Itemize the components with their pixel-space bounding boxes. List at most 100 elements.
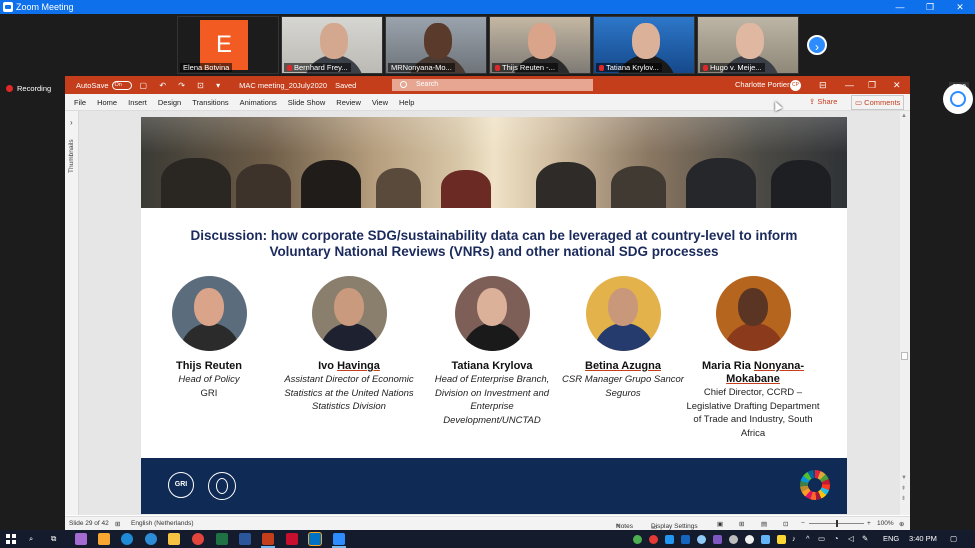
- document-name[interactable]: MAC meeting_20July2020: [239, 81, 327, 90]
- zoom-out-icon[interactable]: −: [801, 520, 805, 527]
- comments-button[interactable]: ▭ Comments: [851, 95, 905, 110]
- tab-design[interactable]: Design: [158, 98, 181, 107]
- fit-slide-icon[interactable]: ⊕: [899, 520, 904, 528]
- zoom-in-icon[interactable]: +: [867, 520, 871, 527]
- zoom-level[interactable]: 100%: [877, 520, 894, 527]
- tray-icon[interactable]: [649, 535, 658, 544]
- tray-icon[interactable]: [729, 535, 738, 544]
- show-hidden-icons[interactable]: ^: [806, 534, 810, 543]
- share-button[interactable]: ⇪ Share: [809, 97, 837, 106]
- tray-icon[interactable]: [665, 535, 674, 544]
- tab-home[interactable]: Home: [97, 98, 117, 107]
- file-explorer-icon[interactable]: [168, 533, 180, 545]
- tray-icon[interactable]: [761, 535, 770, 544]
- previous-slide-icon[interactable]: ⇞: [901, 485, 906, 492]
- clock[interactable]: 3:40 PM: [909, 534, 937, 543]
- participant-name: Thijs Reuten -...: [502, 63, 555, 72]
- minimize-button[interactable]: —: [885, 0, 915, 14]
- close-button[interactable]: ✕: [945, 0, 975, 14]
- scroll-up-icon[interactable]: ▲: [901, 113, 907, 119]
- expand-thumbnails-icon[interactable]: ›: [70, 118, 73, 127]
- notifications-icon[interactable]: ▢: [950, 534, 957, 543]
- battery-icon[interactable]: ▭: [818, 534, 825, 543]
- autosave-toggle[interactable]: On: [111, 80, 132, 90]
- annotation-control-button[interactable]: [943, 84, 973, 114]
- tray-icon[interactable]: [777, 535, 786, 544]
- speaker-org: GRI: [200, 387, 218, 399]
- windows-start-icon[interactable]: [6, 534, 16, 544]
- participant-tile[interactable]: MRNonyana-Mo...: [385, 16, 487, 74]
- tab-animations[interactable]: Animations: [240, 98, 277, 107]
- tray-icon[interactable]: [633, 535, 642, 544]
- tray-icon[interactable]: [681, 535, 690, 544]
- quick-access-toolbar[interactable]: ▢ ↶ ↷ ⊡ ▾: [140, 81, 226, 90]
- excel-icon[interactable]: [216, 533, 228, 545]
- participant-video: [528, 23, 556, 59]
- input-language[interactable]: ENG: [883, 534, 899, 543]
- scroll-thumb[interactable]: [901, 352, 908, 360]
- scroll-down-icon[interactable]: ▼: [901, 475, 907, 481]
- ppt-minimize-button[interactable]: —: [845, 76, 854, 94]
- participant-tile[interactable]: Thijs Reuten -...: [489, 16, 591, 74]
- participant-video: [632, 23, 660, 59]
- zoom-titlebar: Zoom Meeting — ❐ ✕: [0, 0, 975, 14]
- zoom-taskbar-icon[interactable]: [333, 533, 345, 545]
- user-name[interactable]: Charlotte Portier: [735, 76, 790, 94]
- tab-help[interactable]: Help: [399, 98, 414, 107]
- tab-view[interactable]: View: [372, 98, 388, 107]
- participant-tile[interactable]: Tatiana Krylov...: [593, 16, 695, 74]
- volume-icon[interactable]: ◁: [848, 534, 854, 543]
- search-box[interactable]: Search: [392, 79, 593, 91]
- ppt-restore-button[interactable]: ❐: [868, 76, 876, 94]
- thumbnails-pane[interactable]: › Thumbnails: [65, 111, 79, 515]
- acrobat-icon[interactable]: [286, 533, 298, 545]
- edge-icon[interactable]: [121, 533, 133, 545]
- tab-insert[interactable]: Insert: [128, 98, 147, 107]
- ppt-titlebar: AutoSave On ▢ ↶ ↷ ⊡ ▾ MAC meeting_20July…: [65, 76, 910, 94]
- ribbon-display-options-icon[interactable]: ⊟: [819, 76, 827, 94]
- powerpoint-icon[interactable]: [262, 533, 274, 545]
- next-page-button[interactable]: ›: [807, 35, 827, 55]
- slide-canvas[interactable]: Discussion: how corporate SDG/sustainabi…: [141, 117, 847, 514]
- tab-slide-show[interactable]: Slide Show: [288, 98, 326, 107]
- speaker-portrait: [715, 276, 791, 351]
- pen-icon[interactable]: ✎: [862, 534, 868, 543]
- restore-button[interactable]: ❐: [915, 0, 945, 14]
- app-icon-folder-app[interactable]: [98, 533, 110, 545]
- outlook-icon[interactable]: [308, 532, 322, 546]
- tray-icon[interactable]: [745, 535, 754, 544]
- reading-view-icon[interactable]: ▤: [761, 520, 767, 528]
- word-icon[interactable]: [239, 533, 251, 545]
- participant-tile[interactable]: Hugo v. Meije...: [697, 16, 799, 74]
- vertical-scrollbar[interactable]: ▲ ▼ ⇞ ⇟: [900, 111, 910, 515]
- chrome-icon[interactable]: [192, 533, 204, 545]
- tray-icon[interactable]: [713, 535, 722, 544]
- tab-review[interactable]: Review: [336, 98, 361, 107]
- participant-tile[interactable]: E Elena Botvina: [177, 16, 279, 74]
- participant-name: Hugo v. Meije...: [710, 63, 762, 72]
- language-indicator[interactable]: English (Netherlands): [131, 520, 194, 527]
- annotate-icon: [950, 91, 966, 107]
- ppt-close-button[interactable]: ✕: [893, 76, 901, 94]
- onedrive-icon[interactable]: [697, 535, 706, 544]
- saved-status[interactable]: Saved: [335, 81, 356, 90]
- edge-legacy-icon[interactable]: [145, 533, 157, 545]
- next-slide-icon[interactable]: ⇟: [901, 495, 906, 502]
- user-avatar[interactable]: CP: [790, 80, 801, 91]
- app-icon-paint[interactable]: [75, 533, 87, 545]
- participant-name: Elena Botvina: [180, 63, 233, 72]
- task-view-icon[interactable]: ⧉: [51, 534, 56, 544]
- microphone-icon[interactable]: ♪: [792, 534, 796, 543]
- zoom-slider[interactable]: [809, 520, 864, 527]
- search-icon[interactable]: ⌕: [29, 534, 33, 544]
- accessibility-icon[interactable]: ⊞: [115, 520, 120, 528]
- recording-indicator[interactable]: Recording: [6, 84, 51, 93]
- participant-tile[interactable]: Bernhard Frey...: [281, 16, 383, 74]
- tab-transitions[interactable]: Transitions: [192, 98, 228, 107]
- slideshow-icon[interactable]: ⊡: [783, 520, 788, 528]
- tab-file[interactable]: File: [74, 98, 86, 107]
- network-icon[interactable]: ◔: [834, 534, 839, 543]
- slide-footer: GRI: [141, 458, 847, 514]
- normal-view-icon[interactable]: ▣: [717, 520, 723, 528]
- slide-sorter-icon[interactable]: ⊞: [739, 520, 744, 528]
